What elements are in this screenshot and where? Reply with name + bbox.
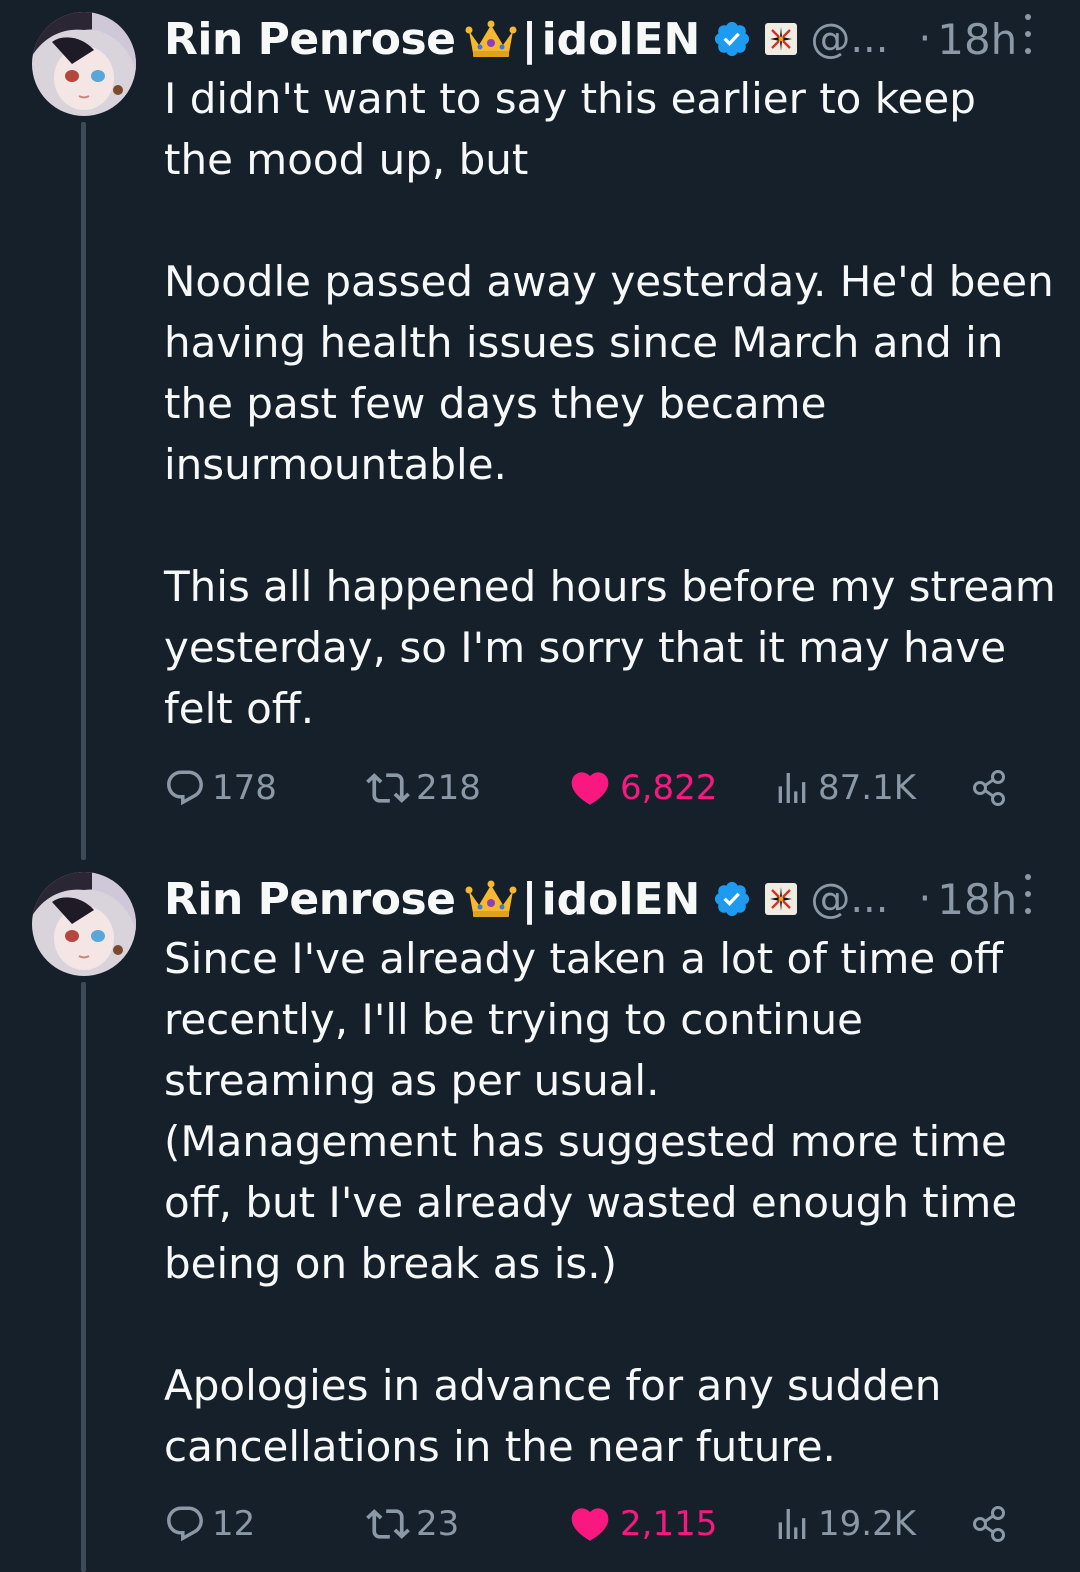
timestamp[interactable]: 18h [937,875,1017,924]
tweet-header: Rin Penrose | idolEN @... · 18h [164,868,1040,930]
repost-count: 23 [416,1504,460,1544]
verified-badge-icon [712,879,752,919]
share-icon [973,1506,1005,1542]
time-separator: · [918,16,932,62]
timestamp[interactable]: 18h [937,15,1017,64]
views-button[interactable]: 87.1K [772,758,916,818]
views-count: 87.1K [818,768,916,808]
affiliation-label: idolEN [541,873,701,925]
views-icon [778,773,806,803]
avatar[interactable] [32,872,136,976]
verified-badge-icon [712,19,752,59]
reply-button[interactable]: 178 [164,758,277,818]
name-separator: | [521,873,538,925]
tweet-paragraph: I didn't want to say this earlier to kee… [164,74,976,184]
crown-emoji-icon [465,879,517,919]
author-handle[interactable]: @... [810,876,888,922]
tweet-text: Since I've already taken a lot of time o… [164,928,1056,1477]
tweet-paragraph: Noodle passed away yesterday. He'd been … [164,257,1054,489]
share-icon [973,770,1005,806]
tweet-header: Rin Penrose | idolEN @... · 18h [164,8,1040,70]
reply-icon [167,770,203,806]
author-name[interactable]: Rin Penrose [164,14,456,65]
heart-icon [571,1508,609,1541]
views-icon [778,1509,806,1539]
like-count: 2,115 [620,1504,718,1544]
action-bar: 178 218 6,822 87.1K [164,758,1020,818]
tweet-paragraph: Apologies in advance for any sudden canc… [164,1361,942,1471]
heart-icon [571,772,609,805]
tweet-paragraph: This all happened hours before my stream… [164,562,1056,733]
thread-line [81,122,86,860]
views-button[interactable]: 19.2K [772,1494,916,1554]
repost-button[interactable]: 23 [366,1494,459,1554]
share-button[interactable] [970,758,1010,818]
author-handle[interactable]: @... [810,16,888,62]
like-count: 6,822 [620,768,718,808]
like-button[interactable]: 6,822 [568,758,717,818]
repost-button[interactable]: 218 [366,758,481,818]
views-count: 19.2K [818,1504,916,1544]
repost-icon [366,773,410,803]
reply-icon [167,1506,203,1542]
tweet[interactable]: Rin Penrose | idolEN [0,0,1080,860]
affiliation-label: idolEN [541,13,701,65]
crown-emoji-icon [465,19,517,59]
author-name[interactable]: Rin Penrose [164,874,456,925]
more-options-icon[interactable] [1022,14,1034,54]
thread-line [81,982,86,1572]
reply-count: 12 [212,1504,256,1544]
tweet-text: I didn't want to say this earlier to kee… [164,68,1056,739]
affiliate-logo-icon[interactable] [764,882,798,916]
time-separator: · [918,876,932,922]
reply-button[interactable]: 12 [164,1494,255,1554]
repost-icon [366,1509,410,1539]
name-separator: | [521,13,538,65]
share-button[interactable] [970,1494,1010,1554]
repost-count: 218 [416,768,481,808]
action-bar: 12 23 2,115 19.2K [164,1494,1020,1554]
reply-count: 178 [212,768,277,808]
tweet[interactable]: Rin Penrose | idolEN [0,860,1080,1572]
avatar[interactable] [32,12,136,116]
tweet-paragraph: Since I've already taken a lot of time o… [164,934,1018,1288]
more-options-icon[interactable] [1022,874,1034,914]
affiliate-logo-icon[interactable] [764,22,798,56]
like-button[interactable]: 2,115 [568,1494,717,1554]
